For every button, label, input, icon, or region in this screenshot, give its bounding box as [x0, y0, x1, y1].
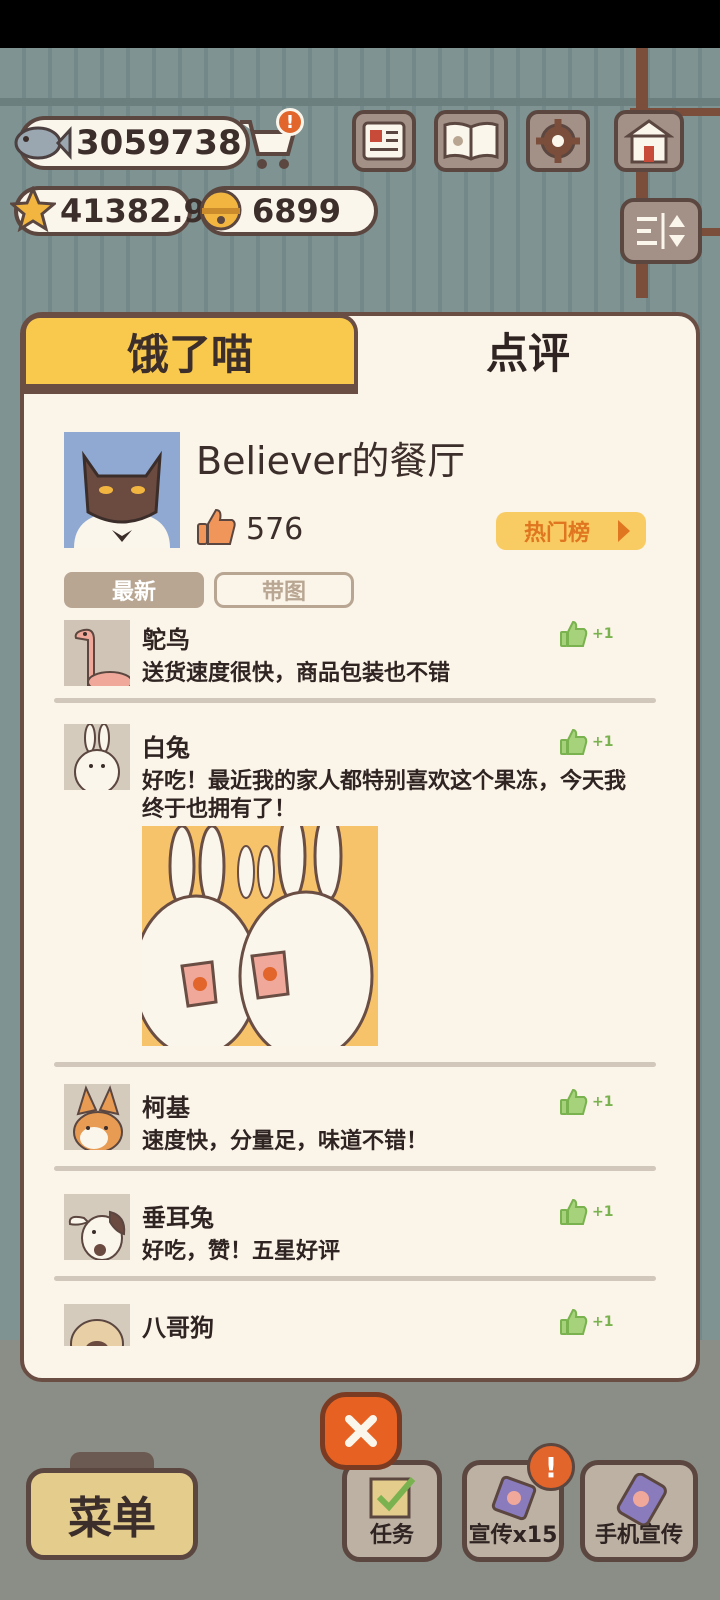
thumbs-up-icon [560, 728, 588, 755]
divider [54, 698, 656, 703]
filter-with-image[interactable]: 带图 [214, 572, 354, 608]
review-like-button[interactable]: +1 [560, 726, 630, 758]
newspaper-icon [362, 121, 406, 161]
thumbs-up-icon [560, 1308, 588, 1335]
status-bar [0, 0, 720, 48]
filter-latest[interactable]: 最新 [64, 572, 204, 608]
star-count: 41382.9 [60, 192, 206, 230]
restaurant-owner-avatar [64, 432, 180, 548]
promote-button[interactable]: 宣传x15 ! [462, 1443, 575, 1562]
bell-icon [196, 184, 246, 234]
review-like-count: +1 [592, 626, 614, 642]
fish-count: 3059738 [76, 123, 242, 163]
task-label: 任务 [369, 1523, 414, 1548]
thumbs-up-icon [560, 1198, 588, 1225]
tab-review[interactable]: 点评 [360, 316, 696, 384]
reviewer-name: 白兔 [142, 734, 190, 762]
menu-button[interactable]: 菜单 [26, 1468, 198, 1560]
star-icon [10, 186, 56, 232]
tab-hungry-cat[interactable]: 饿了喵 [22, 314, 358, 394]
pug-avatar [64, 1304, 130, 1346]
divider [54, 1166, 656, 1171]
lop-rabbit-avatar [64, 1194, 130, 1260]
gear-icon [536, 119, 580, 163]
book-icon [443, 121, 499, 161]
phone-icon [616, 1473, 667, 1525]
settings-button[interactable] [526, 110, 590, 172]
review-like-count: +1 [592, 1204, 614, 1220]
newspaper-button[interactable] [352, 110, 416, 172]
arrow-right-icon [618, 520, 630, 542]
shop-button[interactable] [614, 110, 684, 172]
reviewer-name: 鸵鸟 [142, 626, 190, 654]
bell-count: 6899 [252, 192, 342, 230]
promote-label: 宣传x15 [468, 1523, 558, 1548]
divider [54, 1276, 656, 1281]
restaurant-like-count: 576 [246, 512, 304, 547]
close-button[interactable] [320, 1392, 402, 1470]
review-like-button[interactable]: +1 [560, 1086, 630, 1118]
task-button[interactable]: 任务 [342, 1460, 442, 1562]
review-text: 速度快，分量足，味道不错！ [142, 1129, 429, 1154]
review-text: 好吃！最近我的家人都特别喜欢这个果冻，今天我终于也拥有了！ [142, 769, 627, 822]
close-icon [345, 1415, 377, 1447]
thumbs-up-icon [196, 506, 238, 548]
divider [54, 1062, 656, 1067]
review-like-count: +1 [592, 1314, 614, 1330]
review-like-button[interactable]: +1 [560, 1306, 630, 1338]
hot-rank-label: 热门榜 [524, 521, 591, 546]
review-like-count: +1 [592, 734, 614, 750]
rabbit-avatar [64, 724, 130, 790]
reviewer-name: 八哥狗 [142, 1314, 214, 1342]
review-text: 好吃，赞！五星好评 [142, 1239, 341, 1264]
reviewer-name: 柯基 [142, 1094, 190, 1122]
review-like-button[interactable]: +1 [560, 1196, 630, 1228]
cart-icon[interactable]: ! [236, 108, 304, 176]
promote-badge: ! [527, 1443, 575, 1491]
thumbs-up-icon [560, 1088, 588, 1115]
review-list[interactable]: 鸵鸟 送货速度很快，商品包装也不错 +1 白兔 好吃！最近我的家人都特别喜欢这个… [24, 614, 696, 1346]
review-photo[interactable] [142, 826, 378, 1046]
house-icon [624, 119, 674, 164]
fish-icon [10, 114, 72, 172]
ostrich-avatar [64, 620, 130, 686]
sort-button[interactable] [620, 198, 702, 264]
hot-rank-button[interactable]: 热门榜 [496, 512, 646, 550]
review-like-button[interactable]: +1 [560, 618, 630, 650]
phone-promote-button[interactable]: 手机宣传 [580, 1460, 698, 1562]
cart-badge: ! [276, 108, 304, 136]
checklist-icon [369, 1477, 416, 1519]
rabbits-photo [142, 826, 378, 1046]
reviewer-name: 垂耳兔 [142, 1204, 214, 1232]
review-text: 送货速度很快，商品包装也不错 [142, 661, 451, 686]
wall-stripe [0, 98, 720, 106]
cat-book-button[interactable] [434, 110, 508, 172]
sort-icon [637, 213, 685, 249]
thumbs-up-icon [560, 620, 588, 647]
review-like-count: +1 [592, 1094, 614, 1110]
restaurant-name: Believer的餐厅 [196, 439, 466, 483]
corgi-avatar [64, 1084, 130, 1150]
